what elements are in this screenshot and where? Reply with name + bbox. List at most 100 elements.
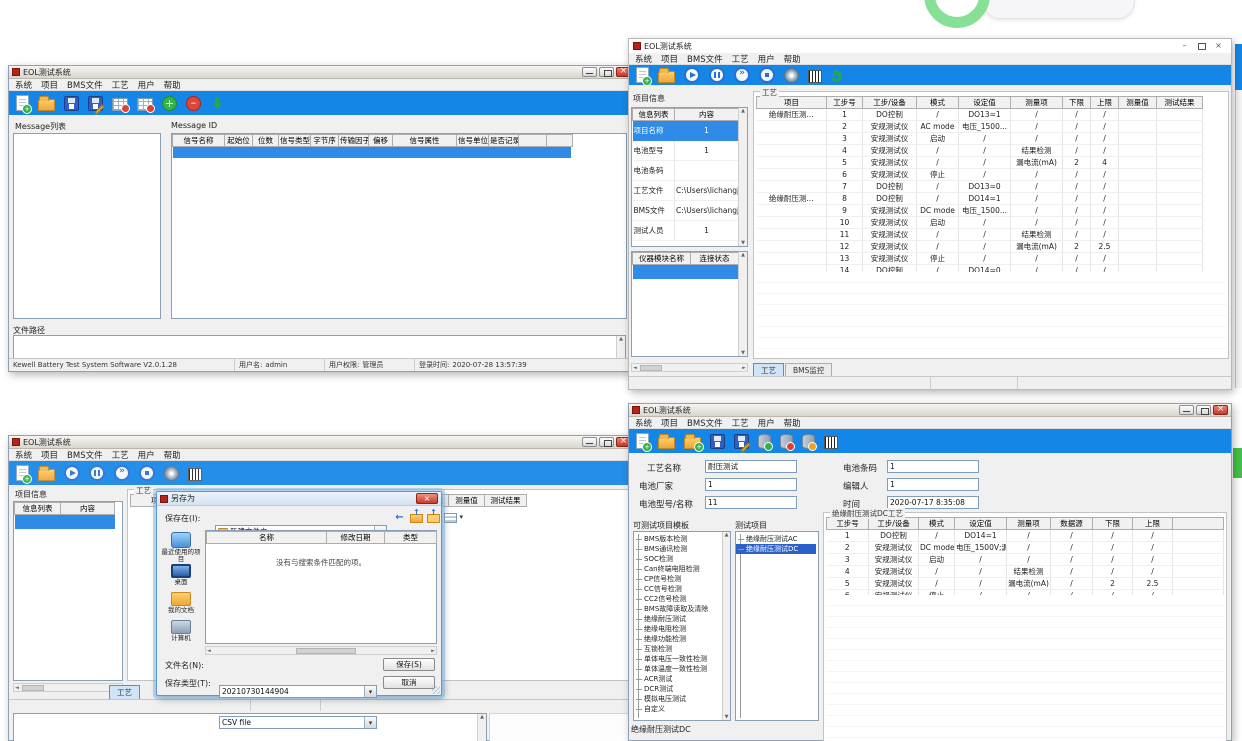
table-row[interactable]: 4安规测试仪//结果检测// [757, 145, 1203, 157]
resize-grip[interactable] [432, 686, 440, 694]
stop-icon[interactable] [759, 67, 775, 83]
filetype-combo[interactable]: CSV file [219, 716, 377, 729]
maximize-button[interactable] [1196, 405, 1211, 415]
tab-process[interactable]: 工艺 [109, 685, 140, 699]
table-row[interactable]: 绝缘耐压测...1DO控制/DO13=1/// [757, 109, 1203, 121]
new-file-icon[interactable] [636, 67, 649, 83]
cancel-button[interactable]: 取消 [383, 676, 435, 689]
template-item[interactable]: 单体电压一致性检测 [634, 654, 722, 664]
table-row[interactable]: 工艺文件C:\Users\lichangjiang\Desktop\ [633, 181, 739, 201]
barcode-icon[interactable] [808, 70, 822, 83]
maximize-button[interactable] [599, 437, 614, 447]
battery-model-input[interactable]: 11 [705, 496, 797, 509]
table-row[interactable]: 11安规测试仪//结果检测// [757, 229, 1203, 241]
process-name-input[interactable]: 耐压测试 [705, 460, 797, 473]
test-item[interactable]: 绝缘耐压测试AC [736, 534, 816, 544]
open-folder-icon[interactable] [658, 437, 675, 449]
template-item[interactable]: 绝缘功能检测 [634, 634, 722, 644]
place-documents[interactable]: 我的文档 [159, 592, 203, 614]
titlebar[interactable]: EOL测试系统 [629, 404, 1231, 417]
template-item[interactable]: CP信号检测 [634, 574, 722, 584]
table-row[interactable]: 5安规测试仪//漏电流(mA)24 [757, 157, 1203, 169]
menu-item[interactable]: BMS文件 [67, 449, 103, 461]
table-row[interactable]: 12安规测试仪//漏电流(mA)22.5 [757, 241, 1203, 253]
template-item[interactable]: 模拟电压测试 [634, 694, 722, 704]
menu-item[interactable]: 系统 [635, 53, 652, 65]
open-folder-icon[interactable] [38, 99, 55, 111]
reset-icon[interactable] [829, 68, 844, 83]
table-row[interactable]: 2安规测试仪DC mode电压_1500V;漏...//// [827, 542, 1224, 554]
battery-vendor-input[interactable]: 1 [705, 478, 797, 491]
template-item[interactable]: SOC检测 [634, 554, 722, 564]
menu-item[interactable]: 用户 [138, 449, 155, 461]
menu-item[interactable]: 项目 [41, 79, 58, 91]
menu-item[interactable]: 用户 [138, 79, 155, 91]
horizontal-scrollbar[interactable] [631, 363, 748, 372]
template-item[interactable]: BMS版本检测 [634, 534, 722, 544]
tab-process[interactable]: 工艺 [753, 363, 784, 377]
minimize-button[interactable] [1179, 405, 1194, 415]
scrollbar[interactable] [722, 532, 730, 720]
add-circle-icon[interactable] [162, 96, 177, 111]
table-row[interactable]: 3安规测试仪启动///// [827, 554, 1224, 566]
template-item[interactable]: 互锁检测 [634, 644, 722, 654]
open-folder-icon[interactable] [38, 469, 55, 481]
minimize-button[interactable]: – [1176, 40, 1193, 52]
remove-circle-icon[interactable] [186, 96, 201, 111]
table-import-icon[interactable] [112, 98, 128, 111]
minimize-button[interactable] [582, 67, 597, 77]
table-row[interactable] [633, 265, 739, 279]
new-file-icon[interactable] [636, 433, 649, 449]
pause-icon[interactable] [709, 67, 725, 83]
folder-up-icon[interactable] [410, 514, 423, 523]
template-item[interactable]: BMS通讯检测 [634, 544, 722, 554]
new-file-icon[interactable] [16, 465, 29, 481]
run-icon[interactable] [684, 67, 700, 83]
dialog-close-button[interactable]: × [416, 493, 438, 504]
template-item[interactable]: BMS故障读取及清除 [634, 604, 722, 614]
minimize-button[interactable] [582, 437, 597, 447]
message-list-panel[interactable] [13, 133, 161, 319]
download-icon[interactable] [210, 96, 225, 111]
test-item[interactable]: 绝缘耐压测试DC [736, 544, 816, 554]
step-icon[interactable] [114, 465, 130, 481]
table-row[interactable]: 4安规测试仪//结果检测/// [827, 566, 1224, 578]
menu-item[interactable]: 工艺 [112, 449, 129, 461]
table-row[interactable]: 7DO控制/DO13=0/// [757, 181, 1203, 193]
titlebar[interactable]: EOL测试系统 [9, 66, 634, 79]
menu-item[interactable]: 系统 [635, 417, 652, 429]
menu-item[interactable]: 帮助 [164, 79, 181, 91]
menu-item[interactable]: 项目 [661, 53, 678, 65]
barcode-icon[interactable] [824, 436, 838, 449]
template-item[interactable]: CC2信号检测 [634, 594, 722, 604]
template-item[interactable]: 绝缘耐压测试 [634, 614, 722, 624]
table-row[interactable]: 10安规测试仪启动//// [757, 217, 1203, 229]
scrollbar[interactable] [477, 714, 486, 741]
close-button[interactable]: × [1210, 40, 1227, 52]
menu-item[interactable]: BMS文件 [687, 53, 723, 65]
maximize-button[interactable] [599, 67, 614, 77]
save-as-icon[interactable] [734, 434, 749, 449]
save-icon[interactable] [64, 96, 79, 111]
menu-item[interactable]: 帮助 [784, 417, 801, 429]
table-row[interactable]: 测试人员1 [633, 221, 739, 241]
table-row[interactable]: 3安规测试仪启动//// [757, 133, 1203, 145]
table-export-icon[interactable] [137, 98, 153, 111]
pause-icon[interactable] [89, 465, 105, 481]
titlebar[interactable]: EOL测试系统 – × [629, 39, 1231, 53]
new-folder-icon[interactable] [427, 514, 440, 523]
menu-item[interactable]: 用户 [758, 53, 775, 65]
barcode-icon[interactable] [188, 468, 202, 481]
table-row[interactable]: 6安规测试仪停止//// [757, 169, 1203, 181]
editor-input[interactable]: 1 [887, 478, 979, 491]
selected-empty-row[interactable] [173, 147, 571, 158]
table-row[interactable]: 5安规测试仪//漏电流(mA)/22.5 [827, 578, 1224, 590]
menu-item[interactable]: BMS文件 [67, 79, 103, 91]
table-row[interactable]: 电池条码 [633, 161, 739, 181]
menu-item[interactable]: 帮助 [784, 53, 801, 65]
table-row[interactable]: 项目名称1 [633, 121, 739, 141]
menu-item[interactable]: 项目 [661, 417, 678, 429]
scrollbar[interactable] [738, 108, 747, 246]
menu-item[interactable]: 系统 [15, 449, 32, 461]
tab-bms-monitor[interactable]: BMS监控 [785, 363, 832, 377]
